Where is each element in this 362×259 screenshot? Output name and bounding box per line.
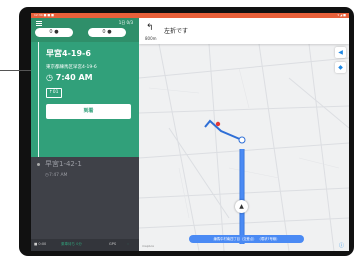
volume-icon[interactable]: ◀ [335,47,346,58]
vehicle-marker: ▲ [235,200,248,213]
nav-direction-text: 左折です [164,28,189,35]
next-stop-name: 早宮1-42-1 [45,160,82,168]
tab-right[interactable]: 0 ● [88,28,126,37]
map-view[interactable]: ↰ 800m 左折です ◀ ◆ ▲ 練馬中村南四丁目（交差点） （環状7号線） … [139,18,349,251]
current-stop-name: 早宮4-19-6 [46,49,91,58]
street-label: 練馬中村南四丁目（交差点） （環状7号線） [189,235,304,243]
bottom-bar: ■ 0:00 乗車待ち 0分 GPS ◦ [31,239,139,251]
arrive-button-label: 到着 [83,108,94,114]
app-screen: 12:34 ■ ■ ■ ▾ ◢ ■ 1日 0/3 0 ● 0 ● 早宮4-19-… [31,13,349,251]
person-icon: ● [54,29,59,35]
next-stop-dot [37,163,40,166]
turn-left-icon: ↰ [146,23,154,33]
current-stop-eta: ◷ 7:40 AM [46,73,93,82]
navigation-banner: ↰ 800m 左折です [139,18,349,44]
next-eta-text: 7:47 AM [48,173,68,178]
bottom-right: ◦ [127,242,130,246]
left-panel: 1日 0/3 0 ● 0 ● 早宮4-19-6 東京都練馬区早宮4-19-6 ◷… [31,18,139,251]
tab-left[interactable]: 0 ● [35,28,73,37]
menu-icon[interactable] [36,21,42,26]
current-stop-address: 東京都練馬区早宮4-19-6 [46,65,97,70]
header-chip: 1日 0/3 [118,20,133,25]
nav-distance: 800m [145,36,157,41]
tab-left-label: 0 [49,29,53,35]
bottom-middle: 乗車待ち 0分 [61,242,82,246]
map-logo-icon: mapbox [142,244,155,248]
pickup-badge: ↑01 [46,88,62,98]
gps-label: GPS [109,242,117,246]
current-stop-card: 早宮4-19-6 東京都練馬区早宮4-19-6 ◷ 7:40 AM ↑01 到着 [31,42,139,157]
next-stop-eta: ◷7:47 AM [45,173,67,178]
timeline-line [38,42,39,157]
pickup-count: 01 [52,90,59,95]
arrive-button[interactable]: 到着 [46,104,131,119]
map-streets [139,43,349,251]
panel-header: 1日 0/3 0 ● 0 ● [31,18,139,42]
info-icon[interactable]: ⓘ [339,242,344,249]
eta-text: 7:40 AM [55,73,93,82]
bottom-left: ■ 0:00 [34,242,47,246]
person-icon: ● [107,29,112,35]
clock-icon: ◷ [46,73,53,82]
layers-icon[interactable]: ◆ [335,62,346,73]
tab-right-label: 0 [102,29,106,35]
